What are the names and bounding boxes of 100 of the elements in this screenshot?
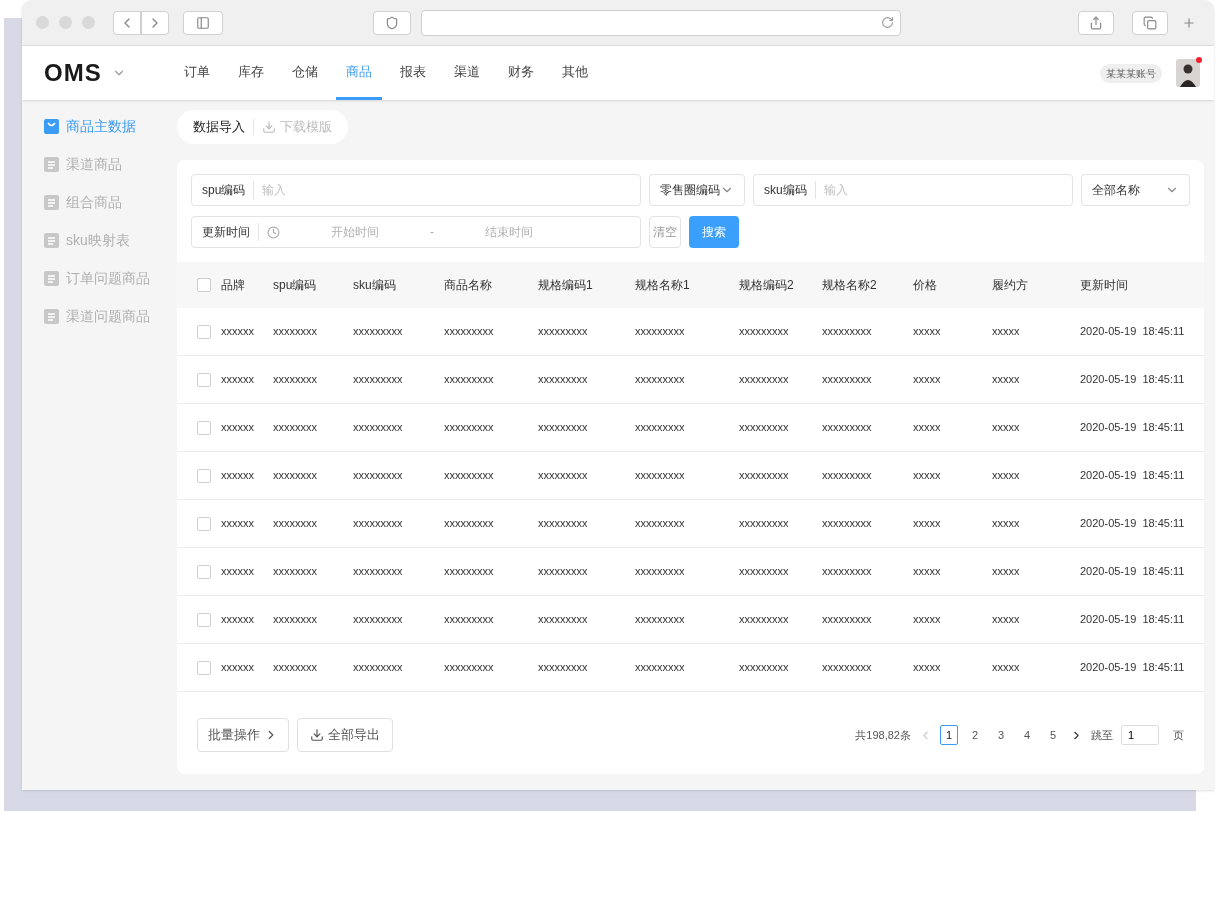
table-cell-text: xxxxxxxxx (538, 324, 588, 340)
nav-tab[interactable]: 报表 (389, 46, 436, 100)
column-header: 品牌 (221, 277, 245, 294)
text-input[interactable]: 输入 (262, 181, 630, 199)
table-cell-text: xxxxxxxxx (538, 516, 588, 532)
page-number[interactable]: 1 (940, 725, 958, 745)
privacy-button[interactable] (373, 10, 411, 35)
table-cell-text: xxxxxxxxx (538, 468, 588, 484)
checkbox[interactable] (197, 468, 211, 483)
table-cell-text: xxxxxxxxx (822, 660, 872, 676)
sidebar-toggle-button[interactable] (183, 10, 223, 35)
table-cell-text: xxxxxxxxx (353, 420, 403, 436)
sidebar-icon (196, 15, 210, 30)
table-cell-text: 2020-05-19 18:45:11 (1080, 516, 1185, 532)
nav-tab[interactable]: 库存 (227, 46, 274, 100)
shield-icon (385, 15, 399, 30)
checkbox[interactable] (197, 660, 211, 675)
table-cell-text: xxxxxxxx (273, 468, 317, 484)
page-number[interactable]: 3 (992, 725, 1010, 745)
download-icon (310, 728, 324, 742)
checkbox[interactable] (197, 324, 211, 339)
date-range-field[interactable]: 更新时间 开始时间 - 结束时间 (191, 216, 641, 248)
page-number[interactable]: 4 (1018, 725, 1036, 745)
account-badge[interactable]: 某某某账号 (1100, 63, 1162, 83)
share-button[interactable] (1078, 10, 1114, 35)
back-button[interactable] (113, 10, 141, 35)
sku-field[interactable]: sku编码 输入 (753, 174, 1073, 206)
table-cell-text: xxxxxx (221, 324, 254, 340)
table-cell-text: xxxxxxxxx (538, 372, 588, 388)
table-cell-text: xxxxxxxxx (822, 420, 872, 436)
tabs-button[interactable] (1132, 10, 1168, 35)
forward-button[interactable] (141, 10, 169, 35)
nav-tab[interactable]: 仓储 (281, 46, 328, 100)
spu-field[interactable]: spu编码 输入 (191, 174, 641, 206)
table-cell-text: 2020-05-19 18:45:11 (1080, 372, 1185, 388)
table-cell-text: xxxxxxxxx (444, 420, 494, 436)
avatar[interactable] (1176, 59, 1200, 87)
table-cell-text: xxxxxx (221, 660, 254, 676)
table-cell-text: xxxxxx (221, 612, 254, 628)
table-cell-text: xxxxxxxxx (353, 516, 403, 532)
table-cell-text: 2020-05-19 18:45:11 (1080, 420, 1185, 436)
text-input[interactable]: 输入 (823, 181, 1062, 199)
table-cell-text: xxxxxxxxx (635, 372, 685, 388)
table-cell-text: xxxxx (913, 612, 941, 628)
start-date-input[interactable]: 开始时间 (280, 223, 430, 241)
nav-tab[interactable]: 其他 (551, 46, 598, 100)
table-cell-text: xxxxxxxx (273, 420, 317, 436)
table-cell-text: xxxxx (992, 468, 1020, 484)
table-cell-text: xxxxxxxxx (635, 468, 685, 484)
table-cell-text: xxxxxxxx (273, 516, 317, 532)
table-cell-text: xxxxxx (221, 516, 254, 532)
product-icon (44, 271, 59, 286)
table-cell-text: xxxxx (992, 660, 1020, 676)
table-cell-text: xxxxxxxxx (444, 612, 494, 628)
table-cell-text: xxxxxxxxx (353, 468, 403, 484)
reload-icon[interactable] (881, 16, 894, 29)
page-number[interactable]: 5 (1044, 725, 1062, 745)
table-cell-text: xxxxxxxxx (739, 324, 789, 340)
page-input[interactable]: 1 (1121, 725, 1159, 745)
table-cell-text: xxxxxxxxx (739, 372, 789, 388)
product-icon (44, 233, 59, 248)
checkbox[interactable] (197, 612, 211, 627)
table-cell-text: xxxxx (913, 372, 941, 388)
product-icon (44, 157, 59, 172)
table-cell-text: xxxxxxxxx (635, 324, 685, 340)
product-icon (44, 309, 59, 324)
logo[interactable]: OMS (44, 55, 102, 91)
table-cell-text: xxxxxxxxx (635, 516, 685, 532)
table-cell-text: xxxxxx (221, 372, 254, 388)
table-cell-text: xxxxx (913, 324, 941, 340)
checkbox[interactable] (197, 564, 211, 579)
address-field[interactable] (421, 9, 901, 36)
table-cell-text: xxxxxxxxx (739, 420, 789, 436)
range-separator: - (430, 224, 434, 241)
table-cell-text: xxxxxxxxx (822, 324, 872, 340)
checkbox[interactable] (197, 420, 211, 435)
export-all-button[interactable]: 全部导出 (297, 718, 393, 752)
nav-tab[interactable]: 财务 (497, 46, 544, 100)
import-button[interactable]: 数据导入 (193, 117, 245, 137)
table-cell-text: xxxxxxxxx (444, 324, 494, 340)
batch-actions-button[interactable]: 批量操作 (197, 718, 289, 752)
product-icon (44, 195, 59, 210)
nav-tab[interactable]: 订单 (173, 46, 220, 100)
end-date-input[interactable]: 结束时间 (434, 223, 584, 241)
table-cell-text: xxxxxxxxx (538, 612, 588, 628)
table-cell-text: 2020-05-19 18:45:11 (1080, 468, 1185, 484)
table-cell-text: xxxxxxxxx (538, 660, 588, 676)
retail-code-select[interactable]: 零售圈编码 (649, 174, 745, 206)
page-number[interactable]: 2 (966, 725, 984, 745)
column-header: 更新时间 (1080, 277, 1128, 294)
nav-tab[interactable]: 渠道 (443, 46, 490, 100)
column-header: 商品名称 (444, 277, 492, 294)
checkbox[interactable] (197, 278, 211, 292)
checkbox[interactable] (197, 372, 211, 387)
tabs-icon (1143, 15, 1157, 30)
table-cell-text: xxxxxxxxx (822, 516, 872, 532)
table-cell-text: xxxxxxxxx (739, 468, 789, 484)
name-select[interactable]: 全部名称 (1081, 174, 1190, 206)
table-cell-text: xxxxxxxxx (538, 420, 588, 436)
checkbox[interactable] (197, 516, 211, 531)
